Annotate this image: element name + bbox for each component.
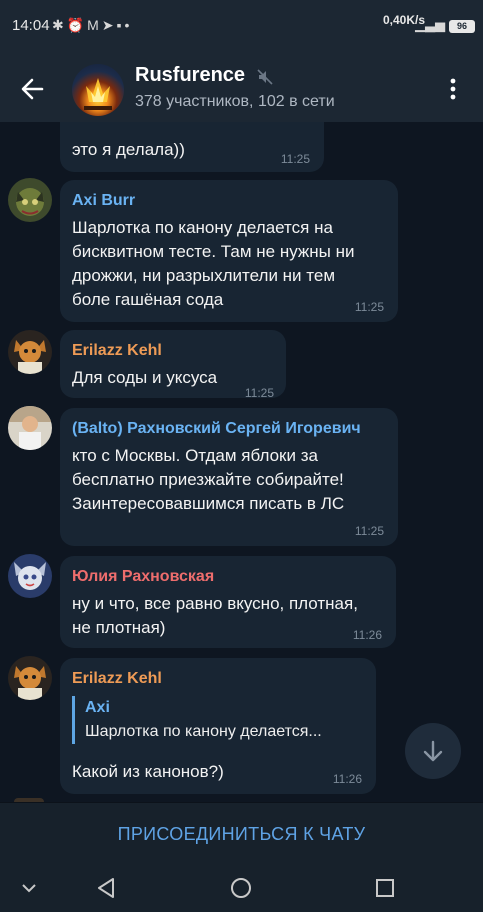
chat-header: Rusfurence 378 участников, 102 в сети xyxy=(0,54,483,122)
nav-recents-icon[interactable] xyxy=(370,874,400,902)
message-text: это я делала)) xyxy=(72,140,185,159)
cell-signal-icon: ▁▃▅ xyxy=(415,17,445,32)
notification-icons: ✱⏰M➤▪• xyxy=(52,17,132,34)
message-bubble[interactable]: Erilazz Kehl Для соды и уксуса 11:25 xyxy=(60,330,286,400)
back-arrow-icon[interactable] xyxy=(16,74,52,104)
bluetooth-icon: ✱ xyxy=(52,17,67,33)
signal-icon: ▪ xyxy=(116,17,125,33)
battery-icon: 96 xyxy=(449,20,475,33)
status-time: 14:04 xyxy=(12,17,50,34)
group-member-count: 378 участников, 102 в сети xyxy=(135,93,335,110)
message-bubble[interactable]: (Balto) Рахновский Сергей Игоревич кто с… xyxy=(60,408,398,546)
message-sender[interactable]: Axi Burr xyxy=(72,192,135,210)
message-time: 11:25 xyxy=(244,386,274,400)
join-bar: ПРИСОЕДИНИТЬСЯ К ЧАТУ xyxy=(0,802,483,864)
avatar[interactable] xyxy=(8,406,52,450)
status-bar: 14:04 ✱⏰M➤▪• 0,40K/s ▁▃▅ 96 xyxy=(0,0,483,54)
message-text: Какой из канонов?) xyxy=(72,762,224,781)
gmail-icon: M xyxy=(87,17,102,33)
message-time: 11:25 xyxy=(280,152,310,166)
more-menu-icon[interactable] xyxy=(441,76,465,102)
avatar[interactable] xyxy=(8,656,52,700)
nav-collapse-icon[interactable] xyxy=(14,874,44,902)
group-avatar[interactable] xyxy=(72,64,124,116)
message-bubble[interactable]: это я делала)) 11:25 xyxy=(60,122,324,172)
android-nav-bar xyxy=(0,864,483,912)
mute-icon xyxy=(256,68,274,86)
alarm-icon: ⏰ xyxy=(66,17,88,33)
message-time: 11:25 xyxy=(354,524,384,538)
message-sender[interactable]: (Balto) Рахновский Сергей Игоревич xyxy=(72,420,361,438)
message-time: 11:26 xyxy=(352,628,382,642)
reply-text: Шарлотка по канону делается... xyxy=(85,723,322,740)
message-time: 11:25 xyxy=(354,300,384,314)
message-text: кто с Москвы. Отдам яблоки за бесплатно … xyxy=(72,446,345,513)
avatar[interactable] xyxy=(8,554,52,598)
message-bubble[interactable]: Erilazz Kehl Axi Шарлотка по канону дела… xyxy=(60,658,376,794)
nav-back-icon[interactable] xyxy=(92,874,122,902)
message-time: 11:26 xyxy=(332,772,362,786)
group-title[interactable]: Rusfurence xyxy=(135,64,245,87)
message-bubble[interactable]: Axi Burr Шарлотка по канону делается на … xyxy=(60,180,398,322)
scroll-down-button[interactable] xyxy=(405,723,461,779)
avatar[interactable] xyxy=(8,178,52,222)
nav-home-icon[interactable] xyxy=(226,874,256,902)
avatar[interactable] xyxy=(8,330,52,374)
join-chat-button[interactable]: ПРИСОЕДИНИТЬСЯ К ЧАТУ xyxy=(0,803,483,865)
more-icon: • xyxy=(124,17,133,33)
reply-author: Axi xyxy=(85,699,110,716)
message-sender[interactable]: Erilazz Kehl xyxy=(72,670,162,688)
message-text: Для соды и уксуса xyxy=(72,368,218,387)
reply-quote[interactable]: Axi Шарлотка по канону делается... xyxy=(72,696,322,744)
message-text: Шарлотка по канону делается на бисквитно… xyxy=(72,218,355,309)
message-sender[interactable]: Erilazz Kehl xyxy=(72,342,162,360)
message-text: ну и что, все равно вкусно, плотная, не … xyxy=(72,594,358,637)
telegram-icon: ➤ xyxy=(101,17,117,33)
arrow-down-icon xyxy=(423,740,443,762)
message-sender[interactable]: Юлия Рахновская xyxy=(72,568,214,586)
message-bubble[interactable]: Юлия Рахновская ну и что, все равно вкус… xyxy=(60,556,396,648)
message-list[interactable]: это я делала)) 11:25 Axi Burr Шарлотка п… xyxy=(0,122,483,802)
